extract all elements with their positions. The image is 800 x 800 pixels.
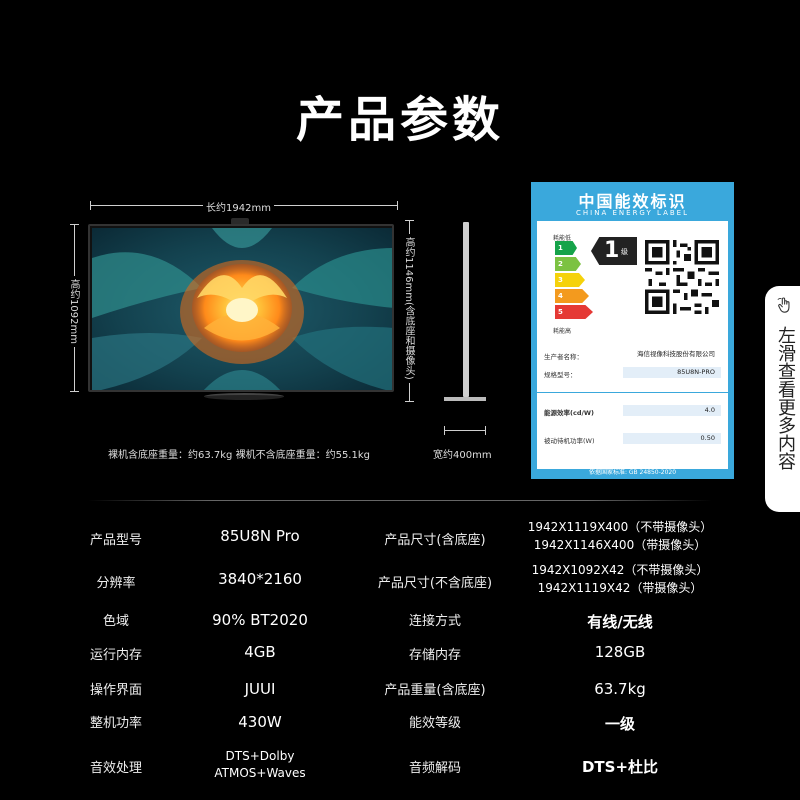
manufacturer-label: 生产者名称： [544,353,583,361]
energy-grade-badge: 1 级 [591,237,637,265]
height-camera-dimension-label: 高约1146mm(含底座和摄像头) [401,234,416,383]
manufacturer-value: 海信视像科技股份有限公司 [623,349,721,360]
tv-side-base [444,397,486,401]
spec-label: 能效等级 [408,716,461,731]
spec-value: 90% BT2020 [212,611,308,629]
energy-grade-bar: 5 [555,305,593,319]
weight-note: 裸机含底座重量：约63.7kg 裸机不含底座重量：约55.1kg [108,450,370,461]
spec-value: 一级 [604,715,635,733]
spec-value: 1942X1119X400（不带摄像头） [527,520,713,534]
energy-grade-unit: 级 [621,248,628,256]
spec-value: DTS+Dolby [225,749,295,763]
spec-value: 85U8N Pro [220,527,300,545]
spec-label: 音效处理 [89,761,142,776]
height-dimension-label: 高约1092mm [66,276,81,347]
energy-grade-bar: 3 [555,273,585,287]
qr-code-icon [645,240,719,314]
spec-label: 音频解码 [408,761,461,776]
spec-label: 连接方式 [408,614,461,629]
tv-side-view [463,222,469,397]
length-dimension-label: 长约1942mm [203,199,274,214]
energy-grade-number: 1 [604,238,620,263]
depth-dimension-line [444,426,486,435]
spec-label: 产品尺寸(不含底座) [377,576,493,591]
tv-front-image [88,224,394,392]
depth-label: 宽约400mm [433,450,492,461]
spec-value: 128GB [594,643,646,661]
efficiency-label: 能源效率(cd/W) [544,409,594,417]
energy-label-subtitle: CHINA ENERGY LABEL [576,209,689,217]
spec-value: ATMOS+Waves [214,766,306,780]
spec-label: 操作界面 [89,683,142,698]
energy-label-footer: 依据国家标准: GB 24850-2020 [588,469,677,476]
energy-grade-bar: 1 [555,241,577,255]
spec-label: 运行内存 [89,648,142,663]
model-value: 85U8N-PRO [623,367,721,378]
tv-screen-flower-image [92,228,392,390]
spec-value: 有线/无线 [587,613,653,631]
spec-label: 整机功率 [89,716,142,731]
spec-value: 63.7kg [594,680,646,698]
spec-value: 1942X1146X400（带摄像头） [533,538,707,552]
spec-label: 色域 [102,614,129,629]
spec-value: 4GB [244,643,276,661]
spec-label: 产品重量(含底座) [384,683,486,698]
page-title: 产品参数 [295,92,504,148]
swipe-hand-icon [777,297,790,313]
spec-label: 分辨率 [96,576,136,591]
spec-value: JUUI [244,680,276,698]
spec-value: 430W [238,713,282,731]
energy-grade-bar: 4 [555,289,589,303]
standby-value: 0.50 [623,433,721,444]
tv-stand [204,393,284,400]
section-divider [88,500,712,501]
energy-grade-bar: 2 [555,257,581,271]
spec-label: 产品尺寸(含底座) [384,533,486,548]
standby-label: 被动待机功率(W) [544,437,595,445]
swipe-more-tab[interactable]: 左滑查看更多内容 [765,286,800,512]
spec-value: DTS+杜比 [581,758,659,776]
energy-label-divider [537,392,728,393]
model-label: 规格型号： [544,371,577,379]
spec-value: 1942X1119X42（带摄像头） [537,581,703,595]
spec-value: 1942X1092X42（不带摄像头） [531,563,709,577]
energy-label: 中国能效标识 CHINA ENERGY LABEL 耗能低 1 2 3 4 5 … [531,182,734,479]
swipe-more-label: 左滑查看更多内容 [775,326,796,470]
energy-low-label: 耗能低 [553,235,572,242]
spec-value: 3840*2160 [218,570,302,588]
spec-label: 存储内存 [408,648,461,663]
energy-high-label: 耗能高 [553,328,572,335]
efficiency-value: 4.0 [623,405,721,416]
spec-label: 产品型号 [89,533,142,548]
